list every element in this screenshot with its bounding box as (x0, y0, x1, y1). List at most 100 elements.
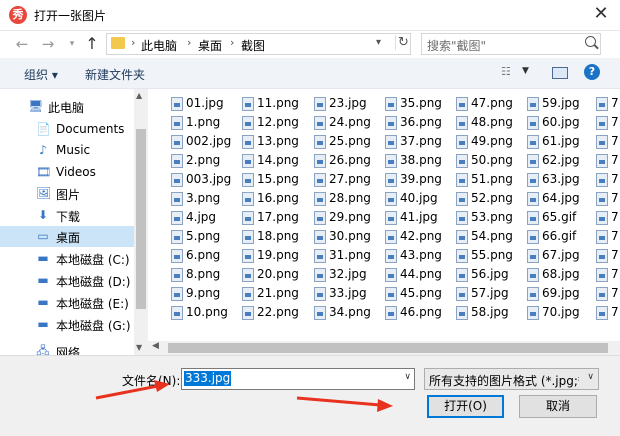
open-button[interactable]: 打开(O) (427, 395, 504, 418)
file-name: 7 (611, 210, 619, 224)
scroll-up-icon[interactable]: ▲ (136, 91, 142, 100)
file-name: 7 (611, 96, 619, 110)
sidebar-item[interactable]: 🖥 此电脑 (0, 96, 134, 117)
image-file-icon (456, 173, 468, 187)
file-name: 62.jpg (542, 153, 580, 167)
image-file-icon (314, 211, 326, 225)
file-name: 31.png (329, 248, 371, 262)
image-file-icon (171, 154, 183, 168)
image-file-icon (242, 211, 254, 225)
address-dropdown-icon[interactable]: ▾ (376, 37, 381, 48)
image-file-icon (314, 192, 326, 206)
file-name: 48.png (471, 115, 513, 129)
file-name: 63.jpg (542, 172, 580, 186)
sidebar-item[interactable]: ▭ 桌面 (0, 226, 134, 247)
sidebar-item[interactable]: 🖼 图片 (0, 183, 134, 204)
sidebar-item[interactable]: ▬ 本地磁盘 (G:) (0, 314, 134, 335)
file-name: 7 (611, 248, 619, 262)
image-file-icon (314, 287, 326, 301)
horizontal-scrollbar[interactable]: ◀ (148, 341, 620, 355)
file-name: 34.png (329, 305, 371, 319)
file-name: 9.png (186, 286, 221, 300)
search-input[interactable]: 搜索"截图" (421, 33, 601, 55)
sidebar-item[interactable]: ▬ 本地磁盘 (E:) (0, 292, 134, 313)
search-placeholder: 搜索"截图" (427, 39, 487, 53)
view-options-icon[interactable]: ☷ (501, 66, 515, 78)
file-type-select[interactable]: 所有支持的图片格式 (*.jpg;*.jp ∨ (424, 368, 599, 390)
breadcrumb-this-pc[interactable]: 此电脑 (141, 37, 177, 54)
image-file-icon (242, 154, 254, 168)
image-file-icon (456, 116, 468, 130)
image-file-icon (596, 211, 608, 225)
file-name: 47.png (471, 96, 513, 110)
recent-dropdown-icon[interactable]: ▾ (62, 35, 82, 53)
file-name: 55.png (471, 248, 513, 262)
file-name: 10.png (186, 305, 228, 319)
image-file-icon (527, 116, 539, 130)
file-name: 2.png (186, 153, 221, 167)
file-name: 42.png (400, 229, 442, 243)
scroll-thumb[interactable] (168, 343, 608, 353)
file-type-value: 所有支持的图片格式 (*.jpg;*.jp (429, 374, 579, 388)
filename-dropdown-icon[interactable]: ∨ (404, 372, 411, 382)
sidebar-item-label: 本地磁盘 (D:) (56, 275, 131, 289)
file-name: 49.png (471, 134, 513, 148)
up-arrow-icon[interactable]: ↑ (82, 35, 102, 53)
file-type-dropdown-icon[interactable]: ∨ (587, 372, 594, 382)
image-file-icon (242, 306, 254, 320)
sidebar-item[interactable]: 🖧 网络 (0, 341, 134, 355)
view-dropdown-icon[interactable]: ▼ (522, 66, 529, 76)
forward-arrow-icon[interactable]: → (38, 35, 58, 53)
file-name: 53.png (471, 210, 513, 224)
filename-value[interactable]: 333.jpg (184, 371, 232, 386)
search-icon (585, 36, 596, 47)
image-file-icon (171, 306, 183, 320)
sidebar-scrollbar[interactable]: ▲ ▼ (134, 89, 148, 355)
sidebar-item[interactable]: 📄 Documents (0, 119, 134, 140)
new-folder-button[interactable]: 新建文件夹 (85, 66, 145, 83)
organize-button[interactable]: 组织 ▾ (24, 66, 58, 83)
sidebar-item[interactable]: ♪ Music (0, 140, 134, 161)
image-file-icon (596, 249, 608, 263)
cancel-button[interactable]: 取消 (519, 395, 597, 418)
image-file-icon (385, 287, 397, 301)
file-name: 17.png (257, 210, 299, 224)
file-name: 15.png (257, 172, 299, 186)
scroll-left-icon[interactable]: ◀ (152, 341, 159, 351)
file-name: 58.jpg (471, 305, 509, 319)
breadcrumb-desktop[interactable]: 桌面 (198, 37, 222, 54)
sidebar-item-label: Documents (56, 122, 125, 136)
file-name: 13.png (257, 134, 299, 148)
filename-input[interactable]: 333.jpg ∨ (181, 368, 415, 390)
file-name: 30.png (329, 229, 371, 243)
image-file-icon (456, 268, 468, 282)
file-name: 29.png (329, 210, 371, 224)
chevron-right-icon: › (230, 36, 235, 49)
close-button[interactable]: ✕ (588, 2, 614, 26)
image-file-icon (456, 230, 468, 244)
image-file-icon (242, 268, 254, 282)
file-list: 01.jpg 1.png 002.jpg 2.png 003.jpg 3.png 4.jpg… (148, 89, 620, 341)
title-bar: 秀 打开一张图片 ✕ (0, 0, 620, 31)
picture-icon: 🖼 (36, 186, 52, 200)
refresh-icon[interactable]: ↻ (395, 35, 409, 50)
help-icon[interactable]: ? (584, 64, 600, 80)
file-name: 20.png (257, 267, 299, 281)
file-name: 14.png (257, 153, 299, 167)
address-bar[interactable]: › 此电脑 › 桌面 › 截图 ▾ ↻ (106, 33, 411, 55)
scroll-down-icon[interactable]: ▼ (136, 343, 142, 352)
image-file-icon (456, 249, 468, 263)
preview-pane-icon[interactable] (552, 67, 568, 79)
sidebar-item[interactable]: 🎞 Videos (0, 162, 134, 183)
scroll-thumb[interactable] (136, 129, 146, 309)
image-file-icon (385, 249, 397, 263)
image-file-icon (385, 173, 397, 187)
file-name: 5.png (186, 229, 221, 243)
sidebar-item[interactable]: ⬇ 下载 (0, 205, 134, 226)
sidebar-item[interactable]: ▬ 本地磁盘 (C:) (0, 248, 134, 269)
file-name: 59.jpg (542, 96, 580, 110)
file-name: 19.png (257, 248, 299, 262)
sidebar-item[interactable]: ▬ 本地磁盘 (D:) (0, 270, 134, 291)
back-arrow-icon[interactable]: ← (12, 35, 32, 53)
breadcrumb-screenshots[interactable]: 截图 (241, 37, 265, 54)
